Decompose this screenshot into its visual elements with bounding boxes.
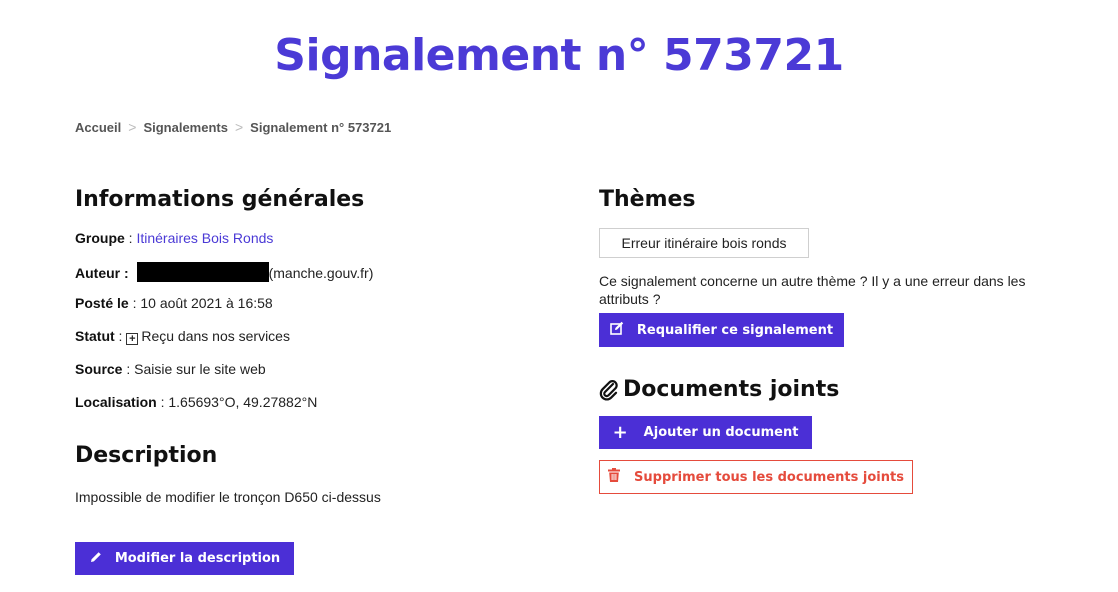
auteur-label: Auteur bbox=[75, 265, 121, 281]
paperclip-icon bbox=[599, 379, 619, 401]
documents-title: Documents joints bbox=[623, 377, 840, 402]
theme-note: Ce signalement concerne un autre thème ?… bbox=[599, 273, 1026, 307]
poste-value: 10 août 2021 à 16:58 bbox=[140, 295, 273, 311]
breadcrumb-separator: > bbox=[234, 119, 244, 135]
label-separator: : bbox=[122, 361, 135, 377]
auteur-line: Auteur : (manche.gouv.fr) bbox=[75, 262, 373, 282]
breadcrumb-separator: > bbox=[128, 119, 137, 135]
page-title: Signalement n° 573721 bbox=[274, 30, 844, 81]
poste-line: Posté le : 10 août 2021 à 16:58 bbox=[75, 295, 273, 311]
trash-icon bbox=[608, 468, 621, 486]
localisation-label: Localisation bbox=[75, 394, 157, 410]
auteur-domain: (manche.gouv.fr) bbox=[268, 265, 374, 281]
statut-value: Reçu dans nos services bbox=[141, 328, 290, 344]
label-separator: : bbox=[114, 328, 127, 344]
delete-all-documents-label: Supprimer tous les documents joints bbox=[634, 469, 904, 485]
source-value: Saisie sur le site web bbox=[134, 361, 266, 377]
breadcrumb-signalements[interactable]: Signalements bbox=[143, 120, 228, 135]
localisation-value: 1.65693°O, 49.27882°N bbox=[168, 394, 318, 410]
localisation-line: Localisation : 1.65693°O, 49.27882°N bbox=[75, 394, 317, 410]
label-separator: : bbox=[128, 295, 141, 311]
statut-label: Statut bbox=[75, 328, 115, 344]
edit-description-button[interactable]: Modifier la description bbox=[75, 542, 294, 575]
requalify-label: Requalifier ce signalement bbox=[636, 322, 834, 338]
label-separator: : bbox=[124, 230, 137, 246]
edit-description-label: Modifier la description bbox=[114, 551, 281, 566]
source-label: Source bbox=[75, 361, 123, 377]
edit-square-icon bbox=[610, 321, 625, 339]
label-separator: : bbox=[120, 265, 133, 281]
general-info-title: Informations générales bbox=[75, 187, 365, 212]
description-title: Description bbox=[75, 443, 218, 468]
description-text: Impossible de modifier le tronçon D650 c… bbox=[75, 489, 381, 505]
groupe-link[interactable]: Itinéraires Bois Ronds bbox=[136, 230, 273, 246]
plus-icon: + bbox=[612, 422, 628, 443]
label-separator: : bbox=[156, 394, 169, 410]
themes-title: Thèmes bbox=[599, 187, 696, 212]
breadcrumb: Accueil > Signalements > Signalement n° … bbox=[75, 119, 391, 135]
breadcrumb-current: Signalement n° 573721 bbox=[250, 119, 392, 135]
poste-label: Posté le bbox=[75, 295, 129, 311]
documents-title-row: Documents joints bbox=[599, 377, 839, 402]
groupe-label: Groupe bbox=[75, 230, 125, 246]
redacted-author-block bbox=[136, 262, 269, 282]
statut-line: Statut : + Reçu dans nos services bbox=[75, 328, 290, 345]
breadcrumb-home[interactable]: Accueil bbox=[75, 120, 121, 135]
add-document-label: Ajouter un document bbox=[643, 425, 799, 440]
requalify-button[interactable]: Requalifier ce signalement bbox=[599, 313, 844, 347]
source-line: Source : Saisie sur le site web bbox=[75, 361, 266, 377]
plus-square-icon[interactable]: + bbox=[126, 333, 139, 345]
theme-tag: Erreur itinéraire bois ronds bbox=[599, 228, 809, 258]
groupe-line: Groupe : Itinéraires Bois Ronds bbox=[75, 230, 273, 246]
pencil-icon bbox=[89, 550, 103, 568]
add-document-button[interactable]: + Ajouter un document bbox=[599, 416, 812, 449]
delete-all-documents-button[interactable]: Supprimer tous les documents joints bbox=[599, 460, 913, 494]
